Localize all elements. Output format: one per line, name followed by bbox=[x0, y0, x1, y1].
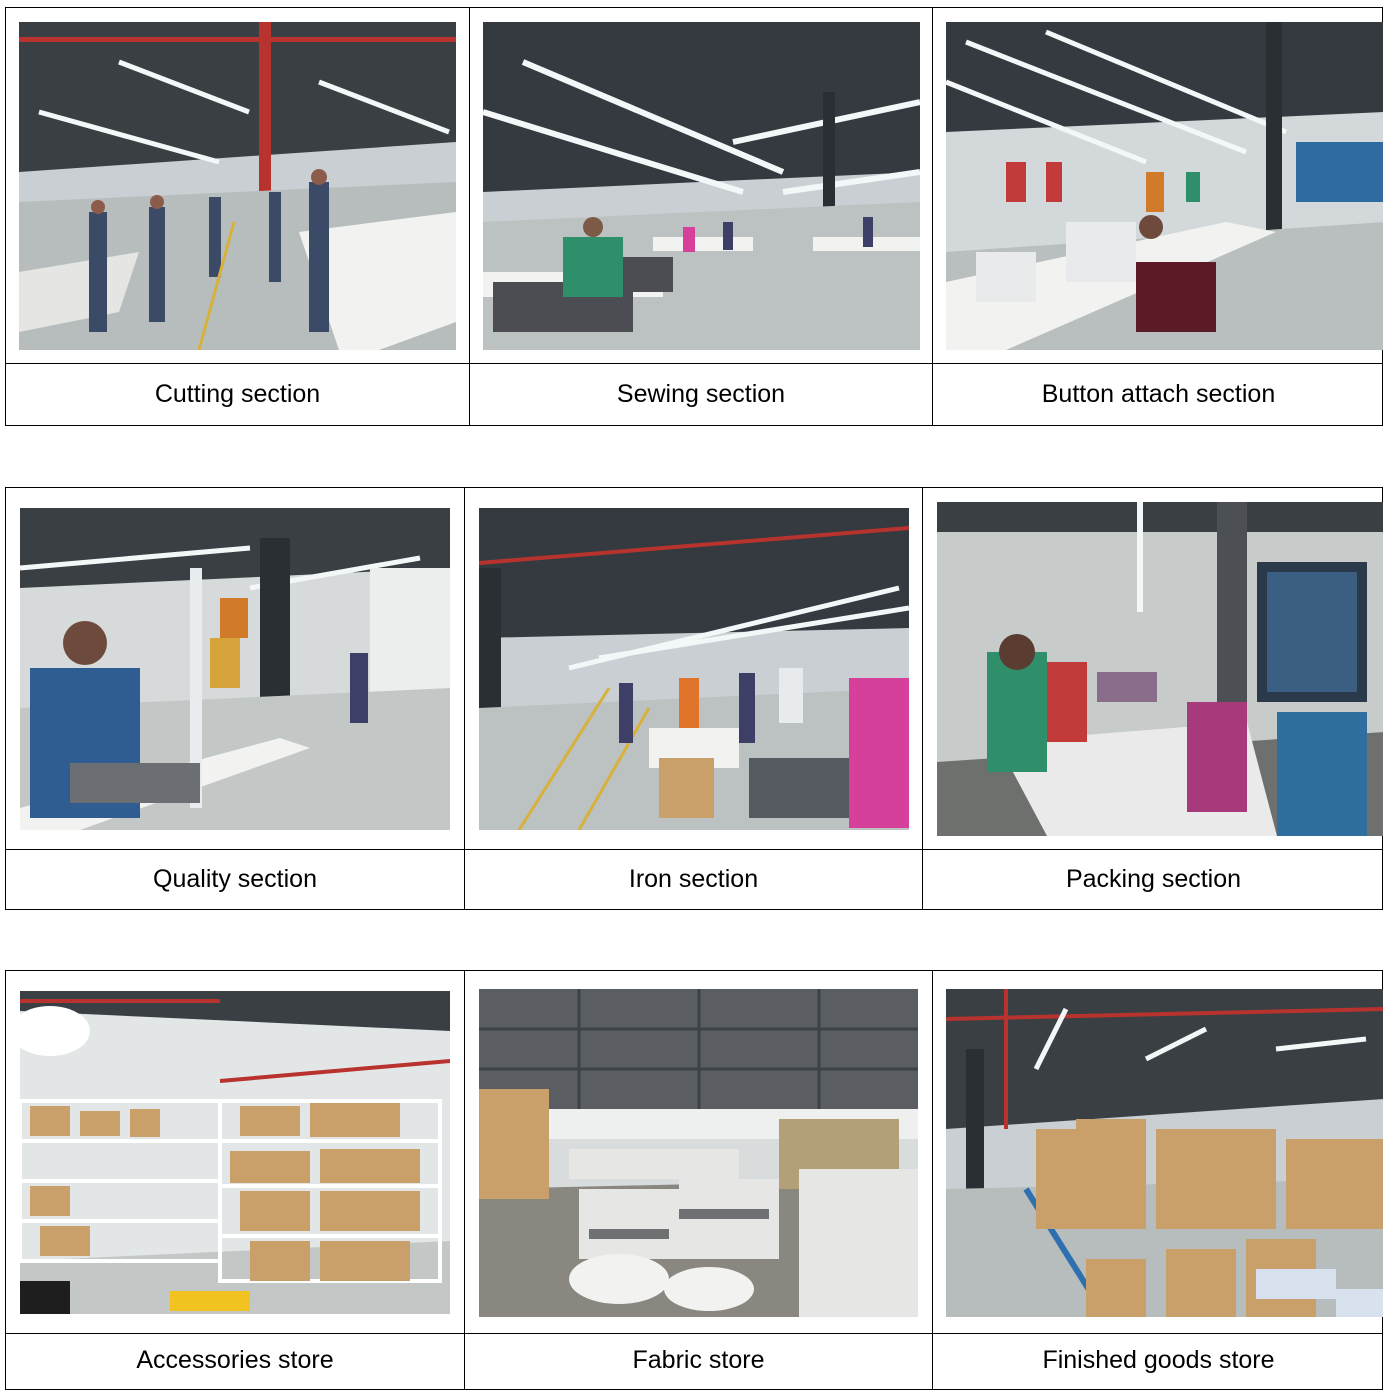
caption-row: Accessories store Fabric store Finished … bbox=[6, 1334, 1382, 1389]
caption-cell-2: Sewing section bbox=[470, 364, 933, 425]
photo-table-1: Cutting section Sewing section Button at… bbox=[5, 7, 1383, 426]
caption-packing-section: Packing section bbox=[1065, 865, 1242, 893]
button-attach-section-photo bbox=[946, 22, 1383, 350]
caption-cell-1: Cutting section bbox=[6, 364, 470, 425]
photo-table-2: Quality section Iron section Packing sec… bbox=[5, 487, 1383, 910]
photo-cell-cutting bbox=[6, 8, 470, 363]
caption-cell-3: Button attach section bbox=[933, 364, 1383, 425]
caption-row: Quality section Iron section Packing sec… bbox=[6, 850, 1382, 909]
iron-section-photo bbox=[479, 508, 909, 830]
photo-cell-quality bbox=[6, 488, 465, 849]
caption-finished-goods-store: Finished goods store bbox=[1042, 1346, 1275, 1374]
photo-cell-fabric bbox=[465, 971, 933, 1333]
caption-cell-1: Accessories store bbox=[6, 1334, 465, 1389]
caption-button-attach-section: Button attach section bbox=[1041, 380, 1276, 408]
packing-section-photo bbox=[937, 502, 1383, 836]
caption-sewing-section: Sewing section bbox=[616, 380, 786, 408]
caption-iron-section: Iron section bbox=[628, 865, 759, 893]
photo-cell-accessories bbox=[6, 971, 465, 1333]
caption-row: Cutting section Sewing section Button at… bbox=[6, 364, 1382, 425]
caption-cell-3: Packing section bbox=[923, 850, 1383, 909]
photo-row bbox=[6, 8, 1383, 364]
finished-goods-store-photo bbox=[946, 989, 1383, 1317]
caption-accessories-store: Accessories store bbox=[136, 1346, 334, 1374]
fabric-store-photo bbox=[479, 989, 918, 1317]
caption-quality-section: Quality section bbox=[153, 865, 317, 893]
accessories-store-photo bbox=[20, 991, 450, 1314]
cutting-section-photo bbox=[19, 22, 456, 350]
caption-cell-1: Quality section bbox=[6, 850, 465, 909]
caption-cutting-section: Cutting section bbox=[154, 380, 321, 408]
photo-cell-iron bbox=[465, 488, 923, 849]
caption-cell-2: Fabric store bbox=[465, 1334, 933, 1389]
photo-row bbox=[6, 971, 1383, 1334]
quality-section-photo bbox=[20, 508, 450, 830]
photo-table-3: Accessories store Fabric store Finished … bbox=[5, 970, 1383, 1390]
photo-cell-packing bbox=[923, 488, 1383, 849]
sewing-section-photo bbox=[483, 22, 920, 350]
photo-cell-button-attach bbox=[933, 8, 1383, 363]
photo-cell-finished-goods bbox=[933, 971, 1383, 1333]
caption-cell-3: Finished goods store bbox=[933, 1334, 1383, 1389]
caption-cell-2: Iron section bbox=[465, 850, 923, 909]
photo-cell-sewing bbox=[470, 8, 933, 363]
photo-row bbox=[6, 488, 1383, 850]
caption-fabric-store: Fabric store bbox=[632, 1346, 765, 1374]
